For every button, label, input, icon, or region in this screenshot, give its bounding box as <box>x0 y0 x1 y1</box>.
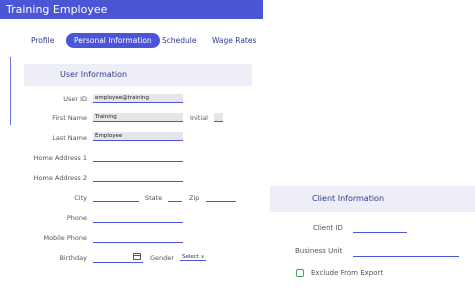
zip-field[interactable] <box>206 201 236 202</box>
city-label: City <box>74 194 87 202</box>
last-name-label: Last Name <box>52 134 87 142</box>
client-id-label: Client ID <box>313 224 343 232</box>
user-id-label: User ID <box>63 95 87 103</box>
tab-personal-information[interactable]: Personal Information <box>66 33 160 48</box>
city-field[interactable] <box>93 201 139 202</box>
first-name-label: First Name <box>52 114 87 122</box>
zip-label: Zip <box>189 194 200 202</box>
mobile-phone-label: Mobile Phone <box>43 234 87 242</box>
home-address-1-label: Home Address 1 <box>33 154 87 162</box>
user-information-header: User Information <box>24 64 252 86</box>
tab-schedule[interactable]: Schedule <box>162 34 196 48</box>
home-address-2-field[interactable] <box>93 181 183 182</box>
mobile-phone-field[interactable] <box>93 242 183 243</box>
section-rule <box>10 57 11 125</box>
initial-field[interactable] <box>214 113 223 122</box>
user-information-title: User Information <box>60 70 128 79</box>
business-unit-field[interactable] <box>353 256 459 257</box>
state-field[interactable] <box>168 201 182 202</box>
tab-profile[interactable]: Profile <box>31 34 54 48</box>
gender-select[interactable]: Select ∨ <box>180 254 207 261</box>
home-address-1-field[interactable] <box>93 161 183 162</box>
exclude-from-export-checkbox[interactable] <box>296 269 304 277</box>
last-name-field[interactable]: Employee <box>93 132 183 141</box>
business-unit-label: Business Unit <box>295 247 343 255</box>
gender-label: Gender <box>150 254 174 262</box>
exclude-from-export-label: Exclude From Export <box>311 269 384 277</box>
initial-label: Initial <box>190 114 208 122</box>
phone-field[interactable] <box>93 222 183 223</box>
state-label: State <box>145 194 163 202</box>
client-information-header: Client Information <box>270 186 475 212</box>
title-bar: Training Employee <box>0 0 263 19</box>
window-title: Training Employee <box>6 3 108 16</box>
user-id-field[interactable]: employee@training <box>93 94 183 103</box>
client-information-title: Client Information <box>312 194 385 203</box>
chevron-down-icon: ∨ <box>200 254 205 260</box>
gender-select-value: Select <box>182 254 199 260</box>
home-address-2-label: Home Address 2 <box>33 174 87 182</box>
client-id-field[interactable] <box>353 232 407 233</box>
phone-label: Phone <box>66 214 87 222</box>
birthday-field[interactable] <box>93 262 143 263</box>
birthday-label: Birthday <box>59 254 87 262</box>
calendar-icon[interactable] <box>133 253 141 260</box>
first-name-field[interactable]: Training <box>93 113 183 122</box>
tab-wage-rates[interactable]: Wage Rates <box>212 34 256 48</box>
